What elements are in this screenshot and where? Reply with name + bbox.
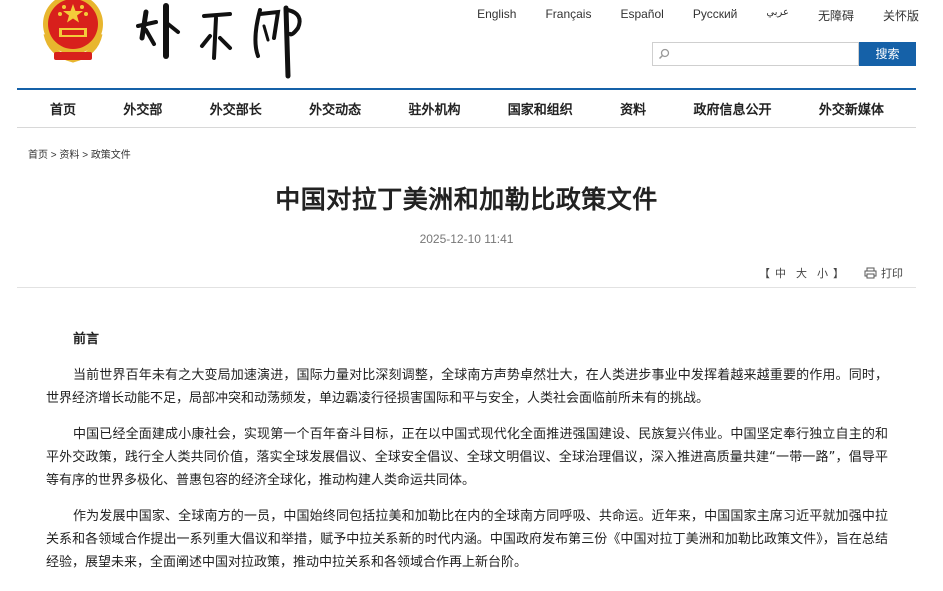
lang-russian-link[interactable]: Русский (693, 7, 738, 24)
elderly-care-link[interactable]: 关怀版 (883, 7, 919, 24)
article-paragraph: 作为发展中国家、全球南方的一员，中国始终同包括拉美和加勒比在内的全球南方同呼吸、… (46, 509, 888, 570)
nav-item-new-media[interactable]: 外交新媒体 (819, 99, 884, 118)
site-header: English Français Español Русский عربي 无障… (0, 0, 943, 88)
search-icon (658, 48, 670, 60)
font-size-bracket-open: 【 (759, 267, 770, 280)
site-logo[interactable] (132, 0, 312, 80)
nav-item-news[interactable]: 外交动态 (309, 99, 361, 118)
nav-item-ministry[interactable]: 外交部 (123, 99, 162, 118)
article-title: 中国对拉丁美洲和加勒比政策文件 (275, 185, 658, 214)
font-size-bracket-close: 】 (833, 267, 844, 280)
divider (17, 287, 916, 288)
lang-english-link[interactable]: English (477, 7, 516, 24)
article-tools: 【 中 大 小 】 打印 (759, 265, 903, 281)
nav-item-countries[interactable]: 国家和组织 (508, 99, 573, 118)
nav-item-resources[interactable]: 资料 (620, 99, 646, 118)
nav-item-info-disclosure[interactable]: 政府信息公开 (694, 99, 772, 118)
article-date: 2025-12-10 11:41 (419, 232, 514, 246)
nav-item-minister[interactable]: 外交部长 (210, 99, 262, 118)
print-button[interactable]: 打印 (864, 265, 903, 281)
lang-arabic-link[interactable]: عربي (766, 7, 789, 24)
lang-spanish-link[interactable]: Español (620, 7, 663, 24)
print-label: 打印 (881, 267, 903, 280)
main-nav: 首页 外交部 外交部长 外交动态 驻外机构 国家和组织 资料 政府信息公开 外交… (17, 88, 916, 128)
breadcrumb-separator: > (82, 150, 89, 161)
breadcrumb-resources[interactable]: 资料 (59, 150, 79, 161)
font-size-small[interactable]: 小 (817, 265, 828, 281)
nav-item-home[interactable]: 首页 (50, 99, 76, 118)
search-box (652, 42, 859, 66)
language-bar: English Français Español Русский عربي 无障… (448, 7, 919, 24)
breadcrumb: 首页 > 资料 > 政策文件 (28, 146, 131, 161)
section-heading: 前言 (73, 332, 100, 347)
nav-item-missions[interactable]: 驻外机构 (408, 99, 460, 118)
breadcrumb-policy-docs[interactable]: 政策文件 (91, 150, 131, 161)
article-paragraph: 当前世界百年未有之大变局加速演进，国际力量对比深刻调整，全球南方声势卓然壮大，在… (46, 368, 888, 406)
breadcrumb-home[interactable]: 首页 (28, 150, 48, 161)
printer-icon (864, 267, 877, 279)
font-size-medium[interactable]: 中 (775, 265, 786, 281)
article-paragraph: 中国已经全面建成小康社会，实现第一个百年奋斗目标，正在以中国式现代化全面推进强国… (46, 427, 888, 488)
national-emblem-icon[interactable] (40, 0, 106, 66)
lang-french-link[interactable]: Français (545, 7, 591, 24)
search-input[interactable] (673, 44, 853, 64)
breadcrumb-separator: > (50, 150, 57, 161)
accessibility-link[interactable]: 无障碍 (818, 7, 854, 24)
font-size-large[interactable]: 大 (796, 265, 807, 281)
article-body: 前言 当前世界百年未有之大变局加速演进，国际力量对比深刻调整，全球南方声势卓然壮… (46, 318, 888, 587)
search-button[interactable]: 搜索 (859, 42, 916, 66)
